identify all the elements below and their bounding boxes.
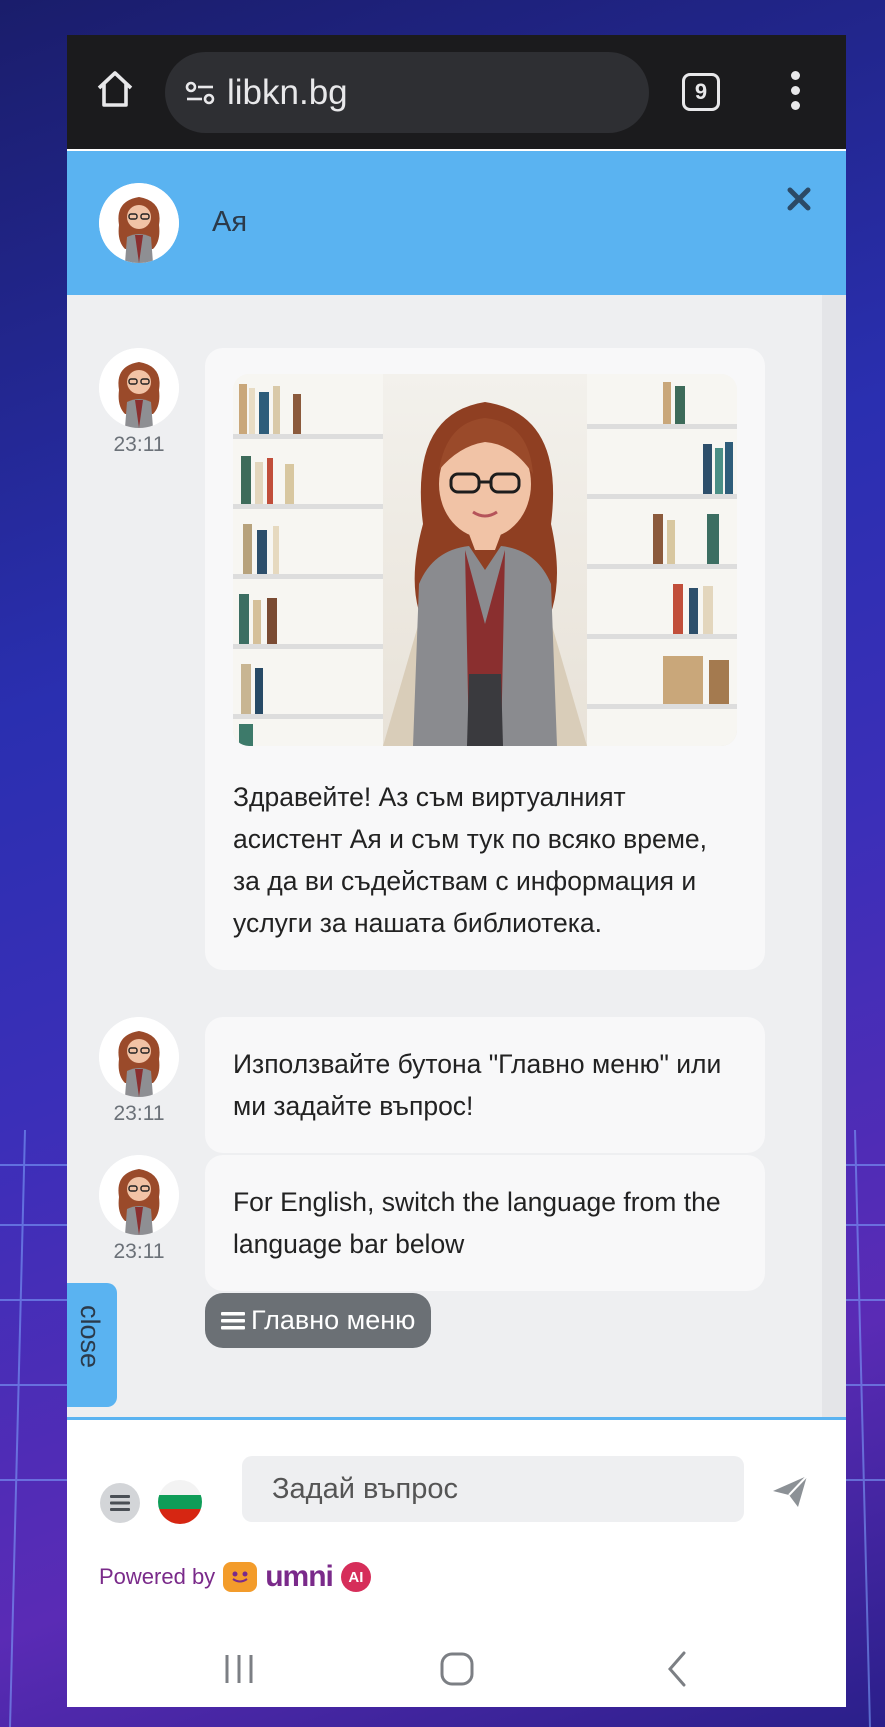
message-time: 23:11 [113,433,165,456]
chat-scrollbar[interactable] [822,295,846,1417]
home-nav-icon[interactable] [439,1649,475,1689]
powered-by-label: Powered by [99,1564,216,1589]
message-bubble: For English, switch the language from th… [205,1155,765,1291]
main-menu-button[interactable]: Главно меню [205,1293,432,1348]
question-input[interactable] [242,1456,744,1522]
tabs-button[interactable]: 9 [682,73,720,111]
close-tab-label: close [75,1305,105,1369]
message-avatar [99,1017,179,1097]
assistant-library-image [233,374,737,746]
brand-name: umni [265,1560,334,1593]
close-chat-icon[interactable] [785,185,813,213]
message-time: 23:11 [113,1240,165,1263]
options-menu-button[interactable] [100,1483,140,1523]
message-text: For English, switch the language from th… [233,1187,721,1259]
url-text: libkn.bg [227,72,348,112]
browser-toolbar: libkn.bg 9 [67,35,846,149]
home-icon[interactable] [93,67,137,111]
message-avatar [99,1155,179,1235]
more-options-icon[interactable] [787,71,803,113]
message-text: Използвайте бутона "Главно меню" или ми … [233,1049,722,1121]
message-bubble: Използвайте бутона "Главно меню" или ми … [205,1017,765,1153]
powered-by[interactable]: Powered by umni AI [99,1560,371,1594]
back-nav-icon[interactable] [662,1649,692,1689]
assistant-name: Ая [212,206,248,238]
close-side-tab[interactable]: close [67,1283,117,1407]
message-avatar [99,348,179,428]
recent-apps-icon[interactable] [222,1649,256,1689]
address-bar[interactable]: libkn.bg [165,52,649,133]
hamburger-icon [221,1311,245,1329]
send-icon[interactable] [770,1471,810,1511]
hamburger-icon [110,1495,130,1511]
ai-badge: AI [340,1562,371,1592]
chat-header: Ая [67,151,846,295]
bulgarian-flag-icon[interactable] [158,1480,202,1524]
site-settings-icon[interactable] [183,76,217,110]
message-bubble: Здравейте! Аз съм виртуалният асистент А… [205,348,765,970]
message-text: Здравейте! Аз съм виртуалният асистент А… [233,782,708,938]
umni-logo-icon [223,1562,258,1592]
message-time: 23:11 [113,1102,165,1125]
assistant-avatar [99,183,179,263]
main-menu-label: Главно меню [251,1305,416,1335]
android-nav-bar [67,1639,846,1707]
phone-screen: libkn.bg 9 Ая 23:11 Здравейте! Аз съм ви… [67,35,846,1707]
